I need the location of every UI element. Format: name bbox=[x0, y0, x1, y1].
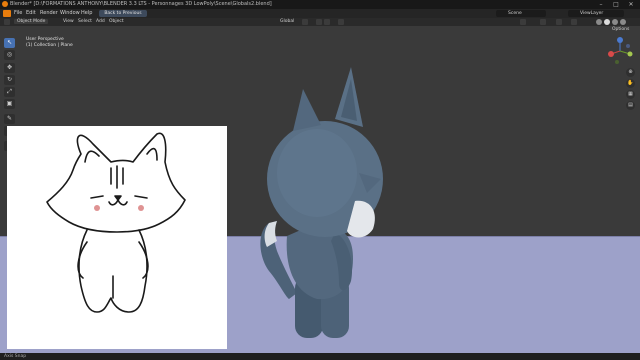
cat-sketch-icon bbox=[46, 132, 186, 313]
scene-selector[interactable]: Scene bbox=[496, 10, 546, 17]
viewport-header: Object Mode View Select Add Object Globa… bbox=[0, 18, 640, 26]
maximize-button[interactable]: □ bbox=[609, 0, 623, 9]
menu-edit[interactable]: Edit bbox=[26, 10, 36, 16]
xray-icon[interactable] bbox=[571, 19, 577, 25]
viewport-info: User Perspective (1) Collection | Plane bbox=[26, 37, 73, 49]
cursor-tool-icon[interactable]: ◎ bbox=[4, 50, 15, 60]
blender-menu-icon[interactable] bbox=[3, 10, 11, 17]
viewlayer-selector[interactable]: ViewLayer bbox=[568, 10, 624, 17]
reference-image bbox=[7, 126, 227, 349]
options-button[interactable]: Options bbox=[612, 27, 629, 32]
menu-window[interactable]: Window bbox=[60, 10, 80, 16]
move-tool-icon[interactable]: ✥ bbox=[4, 63, 15, 73]
proportional-edit-icon[interactable] bbox=[338, 19, 344, 25]
minimize-button[interactable]: – bbox=[594, 0, 608, 9]
menu-add[interactable]: Add bbox=[96, 19, 105, 24]
title-bar: Blender* [D:\FORMATIONS ANTHONY\BLENDER … bbox=[0, 0, 640, 9]
snap-icon[interactable] bbox=[316, 19, 322, 25]
pan-icon[interactable]: ✋ bbox=[626, 79, 635, 88]
status-bar: Axis Snap bbox=[0, 353, 640, 360]
gizmo-toggle-icon[interactable] bbox=[540, 19, 546, 25]
rotate-tool-icon[interactable]: ↻ bbox=[4, 75, 15, 85]
collection-info: (1) Collection | Plane bbox=[26, 43, 73, 48]
select-tool-icon[interactable]: ↖ bbox=[4, 38, 15, 48]
menu-bar: File Edit Render Window Help Back to Pre… bbox=[0, 9, 640, 18]
annotate-tool-icon[interactable]: ✎ bbox=[4, 114, 15, 124]
window-title: Blender* [D:\FORMATIONS ANTHONY\BLENDER … bbox=[10, 1, 272, 7]
cat-character-model[interactable] bbox=[255, 61, 390, 346]
overlay-toggle-icon[interactable] bbox=[556, 19, 562, 25]
status-text: Axis Snap bbox=[4, 354, 27, 359]
menu-help[interactable]: Help bbox=[81, 10, 92, 16]
shading-wireframe-icon[interactable] bbox=[596, 19, 602, 25]
pivot-icon[interactable] bbox=[302, 19, 308, 25]
back-to-previous-button[interactable]: Back to Previous bbox=[99, 10, 147, 17]
shading-rendered-icon[interactable] bbox=[620, 19, 626, 25]
mode-selector[interactable]: Object Mode bbox=[14, 19, 49, 24]
scale-tool-icon[interactable]: ⤢ bbox=[4, 87, 15, 97]
menu-view[interactable]: View bbox=[63, 19, 74, 24]
editor-type-icon[interactable] bbox=[4, 19, 10, 25]
close-button[interactable]: ✕ bbox=[624, 0, 638, 9]
transform-tool-icon[interactable]: ▣ bbox=[4, 99, 15, 109]
menu-select[interactable]: Select bbox=[78, 19, 92, 24]
perspective-toggle-icon[interactable]: ▤ bbox=[626, 101, 635, 110]
navigation-gizmo-icon[interactable] bbox=[603, 34, 637, 68]
menu-render[interactable]: Render bbox=[40, 10, 58, 16]
blender-logo-icon bbox=[2, 1, 8, 7]
snap-settings-icon[interactable] bbox=[324, 19, 330, 25]
zoom-icon[interactable]: ⊕ bbox=[626, 68, 635, 77]
visibility-icon[interactable] bbox=[520, 19, 526, 25]
camera-view-icon[interactable]: ▦ bbox=[626, 90, 635, 99]
menu-file[interactable]: File bbox=[14, 10, 22, 16]
menu-object[interactable]: Object bbox=[109, 19, 124, 24]
transform-orientation-selector[interactable]: Global bbox=[280, 19, 294, 24]
shading-material-icon[interactable] bbox=[612, 19, 618, 25]
shading-solid-icon[interactable] bbox=[604, 19, 610, 25]
